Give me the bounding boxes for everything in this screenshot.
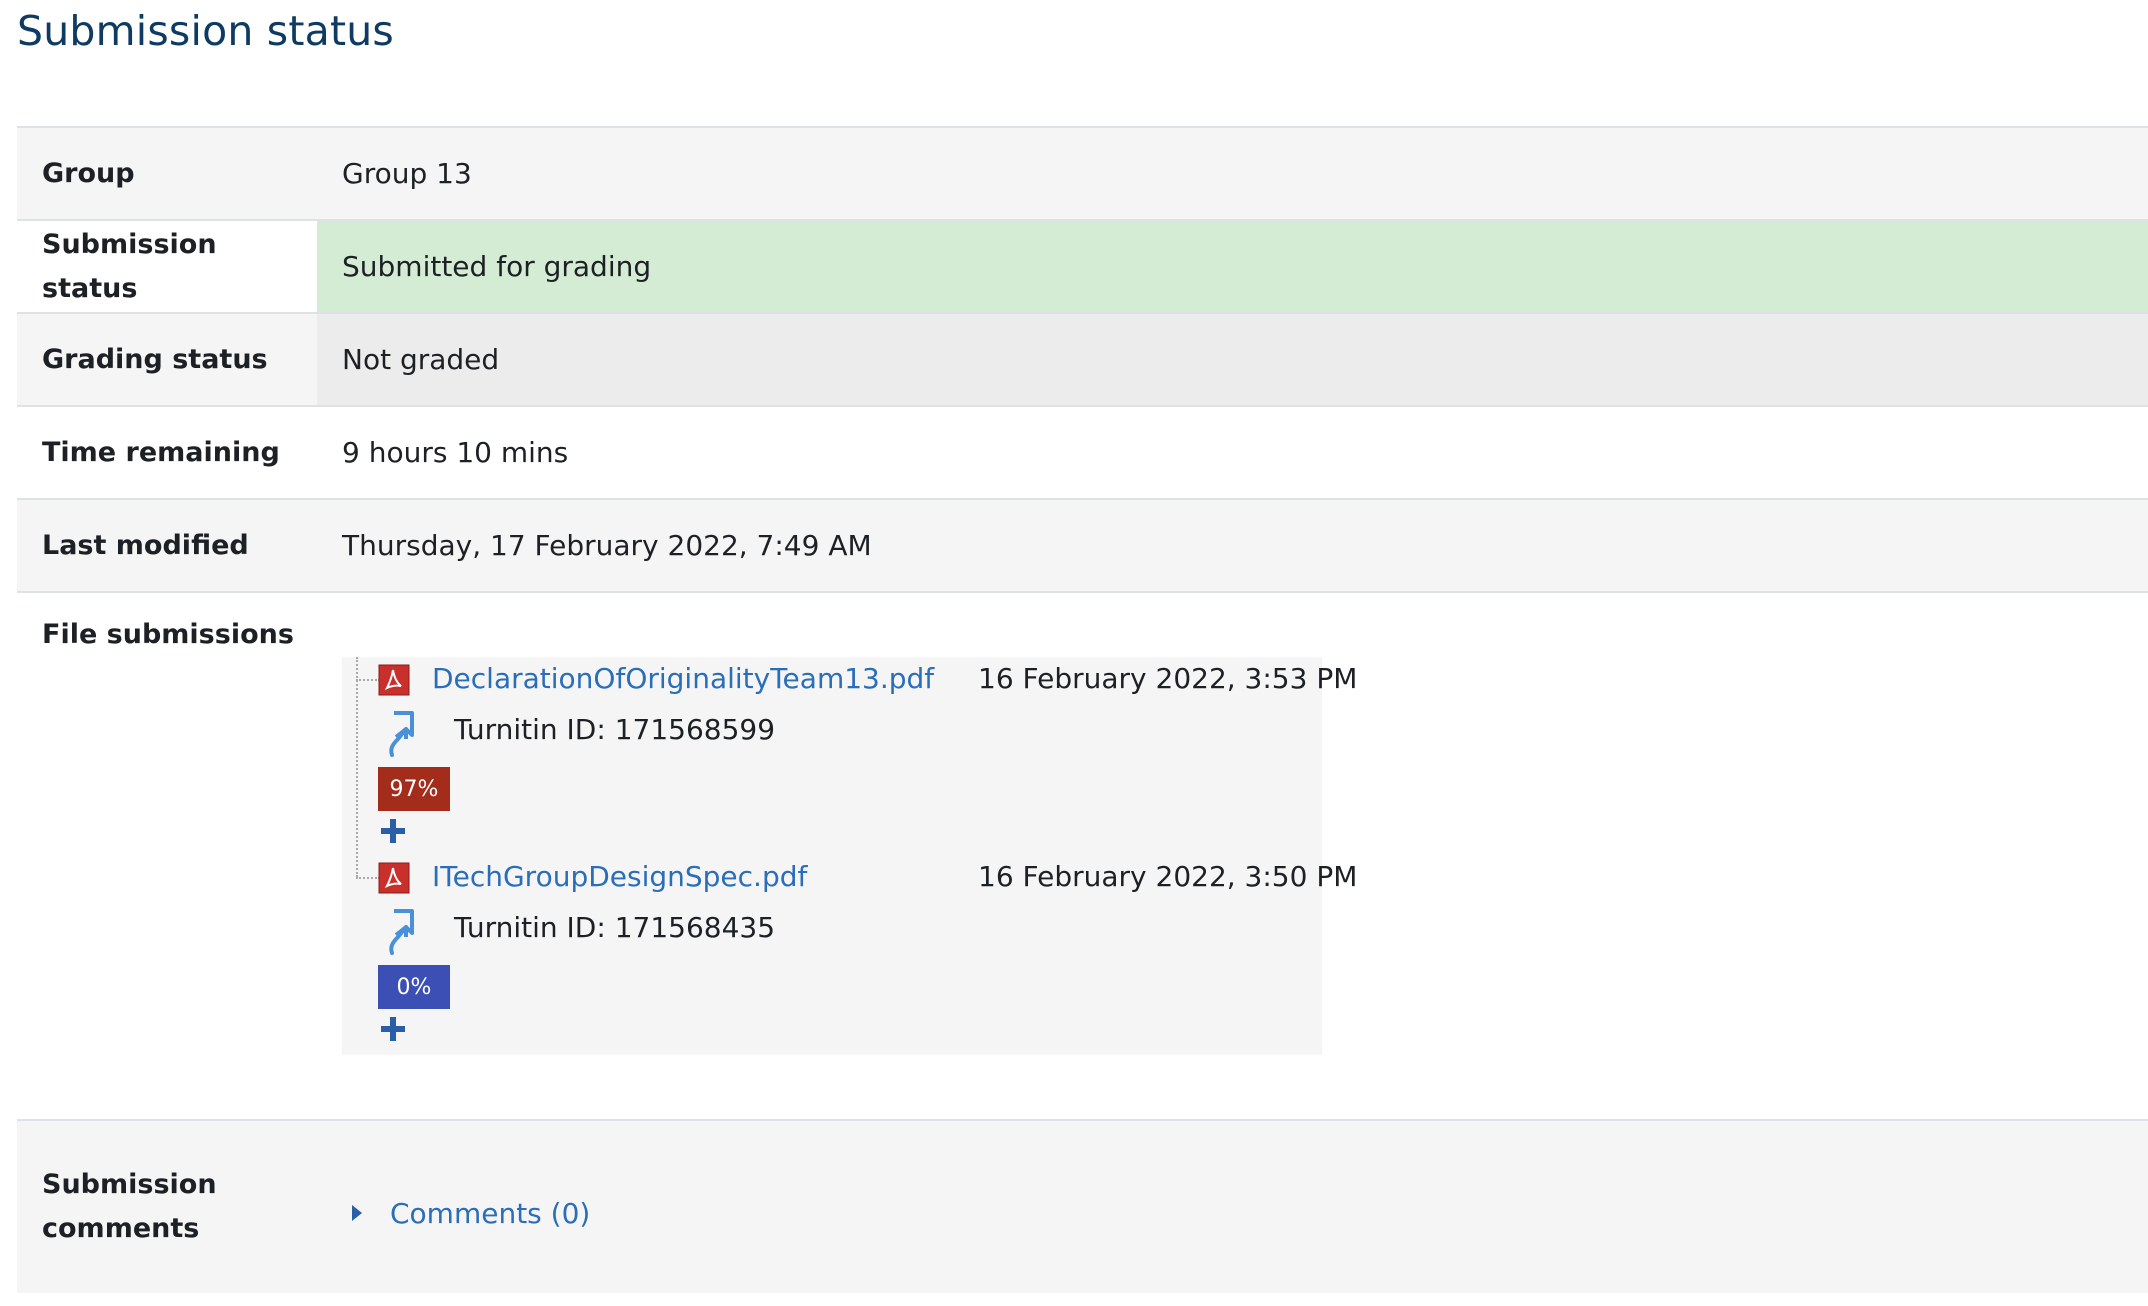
row-group: Group Group 13	[17, 128, 2148, 221]
file-date: 16 February 2022, 3:53 PM	[978, 662, 1358, 695]
submission-status-page: Submission status Group Group 13 Submiss…	[0, 0, 2148, 1306]
comments-toggle[interactable]: Comments (0)	[342, 1197, 590, 1230]
time-remaining-label: Time remaining	[17, 407, 317, 498]
submission-comments-label-line2: comments	[42, 1213, 200, 1244]
similarity-score-badge[interactable]: 97%	[378, 767, 450, 811]
group-label: Group	[17, 128, 317, 219]
row-submission-status: Submission status Submitted for grading	[17, 221, 2148, 314]
plus-icon[interactable]	[379, 817, 407, 845]
file-entry: DeclarationOfOriginalityTeam13.pdf 16 Fe…	[342, 657, 1357, 857]
submission-status-value: Submitted for grading	[317, 221, 2148, 312]
pdf-icon	[378, 664, 410, 696]
group-value: Group 13	[342, 157, 472, 190]
submission-status-table: Group Group 13 Submission status Submitt…	[17, 126, 2148, 1293]
turnitin-id: Turnitin ID: 171568435	[454, 911, 776, 944]
last-modified-value: Thursday, 17 February 2022, 7:49 AM	[342, 529, 872, 562]
turnitin-id: Turnitin ID: 171568599	[454, 713, 776, 746]
similarity-score-badge[interactable]: 0%	[378, 965, 450, 1009]
grading-status-label: Grading status	[17, 314, 317, 405]
file-date: 16 February 2022, 3:50 PM	[978, 860, 1358, 893]
turnitin-icon[interactable]	[384, 907, 420, 955]
file-link-declaration[interactable]: DeclarationOfOriginalityTeam13.pdf	[432, 659, 934, 699]
submission-status-label: Submission status	[17, 221, 317, 312]
row-submission-comments: Submission comments Comments (0)	[17, 1121, 2148, 1293]
comments-link[interactable]: Comments (0)	[390, 1197, 590, 1230]
submission-comments-label-line1: Submission	[42, 1169, 217, 1200]
turnitin-icon[interactable]	[384, 709, 420, 757]
last-modified-label: Last modified	[17, 500, 317, 591]
row-time-remaining: Time remaining 9 hours 10 mins	[17, 407, 2148, 500]
file-entry: ITechGroupDesignSpec.pdf 16 February 202…	[342, 855, 1357, 1055]
grading-status-value: Not graded	[317, 314, 2148, 405]
file-submissions-label: File submissions	[17, 593, 317, 1119]
row-file-submissions: File submissions DeclarationOfOriginalit…	[17, 593, 2148, 1121]
file-submissions-value: DeclarationOfOriginalityTeam13.pdf 16 Fe…	[317, 593, 2148, 1119]
file-tree: DeclarationOfOriginalityTeam13.pdf 16 Fe…	[342, 657, 1357, 1055]
page-title: Submission status	[17, 7, 394, 55]
row-grading-status: Grading status Not graded	[17, 314, 2148, 407]
file-link-design-spec[interactable]: ITechGroupDesignSpec.pdf	[432, 857, 807, 897]
row-last-modified: Last modified Thursday, 17 February 2022…	[17, 500, 2148, 593]
pdf-icon	[378, 862, 410, 894]
caret-right-icon	[352, 1205, 362, 1221]
time-remaining-value: 9 hours 10 mins	[342, 436, 569, 469]
plus-icon[interactable]	[379, 1015, 407, 1043]
submission-comments-value: Comments (0)	[317, 1121, 2148, 1293]
submission-comments-label: Submission comments	[17, 1121, 317, 1293]
